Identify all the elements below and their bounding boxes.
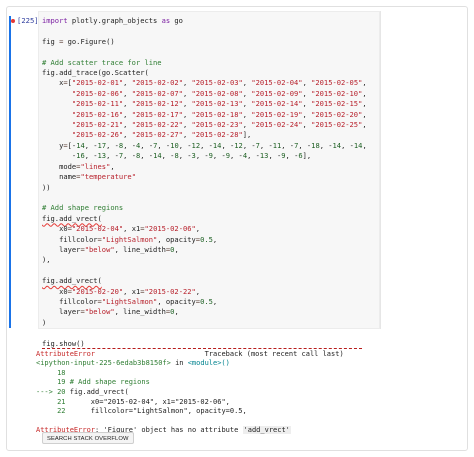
active-cell-indicator (9, 16, 11, 328)
editor-gutter (380, 11, 381, 329)
code-lines[interactable]: import plotly.graph_objects as go fig = … (42, 16, 367, 349)
error-output: AttributeError Traceback (most recent ca… (36, 338, 378, 436)
code-line: "2015-02-26", "2015-02-27", "2015-02-28"… (71, 130, 252, 140)
in-word: in (170, 359, 188, 368)
ipython-input-link[interactable]: <ipython-input-225-6edab3b8150f> (36, 359, 171, 367)
code-line: "2015-02-21", "2015-02-22", "2015-02-23"… (71, 120, 367, 130)
search-stack-overflow-button[interactable]: SEARCH STACK OVERFLOW (42, 432, 134, 444)
code-line: "2015-02-16", "2015-02-17", "2015-02-18"… (71, 109, 367, 119)
code-line: fig.add_vrect( (42, 213, 102, 223)
module-name: <module>() (187, 359, 230, 368)
traceback-line-19-code: # Add shape regions (69, 378, 150, 387)
traceback-spacer (95, 350, 205, 358)
code-line: layer="below", line_width=0, (42, 307, 179, 317)
code-line: name="temperature" (42, 172, 136, 182)
traceback-line-22-num: 22 (36, 407, 91, 416)
code-line: x0="2015-02-20", x1="2015-02-22", (42, 286, 201, 296)
traceback-arrow: ---> (36, 387, 58, 396)
traceback-line-21-num: 21 (36, 397, 91, 406)
code-line: fig = go.Figure() (42, 36, 115, 46)
code-line: import plotly.graph_objects as go (42, 16, 183, 25)
code-line: fillcolor="LightSalmon", opacity=0.5, (42, 296, 218, 306)
code-line: "2015-02-11", "2015-02-12", "2015-02-13"… (71, 99, 367, 109)
cell-prompt: [225] (17, 16, 39, 25)
final-error-attribute: 'add_vrect' (242, 426, 291, 435)
code-line: fig.add_trace(go.Scatter( (42, 68, 149, 78)
traceback-rule (42, 347, 362, 349)
code-line: ), (42, 255, 51, 265)
code-line: x0="2015-02-04", x1="2015-02-06", (42, 224, 201, 234)
code-line: )) (42, 182, 51, 192)
traceback-line-22-code: fillcolor="LightSalmon", opacity=0.5, (90, 407, 247, 416)
traceback-line-20-num: 20 (57, 387, 70, 396)
code-line: fig.add_vrect( (42, 276, 102, 286)
code-line: layer="below", line_width=0, (42, 244, 179, 254)
code-line: -16, -13, -7, -8, -14, -8, -3, -9, -9, -… (42, 151, 312, 161)
traceback-line-20-code: fig.add_vrect( (69, 387, 129, 396)
code-line: x=["2015-02-01", "2015-02-02", "2015-02-… (42, 78, 367, 88)
code-line: ) (42, 317, 47, 327)
code-line: fillcolor="LightSalmon", opacity=0.5, (42, 234, 218, 244)
traceback-line-19-num: 19 (36, 378, 70, 387)
traceback-label: Traceback (most recent call last) (204, 349, 344, 358)
error-type: AttributeError (36, 349, 96, 358)
code-line: "2015-02-06", "2015-02-07", "2015-02-08"… (71, 88, 367, 98)
traceback-line-18: 18 (36, 368, 66, 377)
traceback-line-21-code: x0="2015-02-04", x1="2015-02-06", (90, 397, 230, 406)
code-line: mode="lines", (42, 161, 115, 171)
run-status-icon (11, 19, 15, 23)
code-line: # Add shape regions (42, 203, 124, 213)
code-line: y=[-14, -17, -8, -4, -7, -10, -12, -14, … (42, 140, 367, 150)
code-line: # Add scatter trace for line (42, 57, 162, 67)
